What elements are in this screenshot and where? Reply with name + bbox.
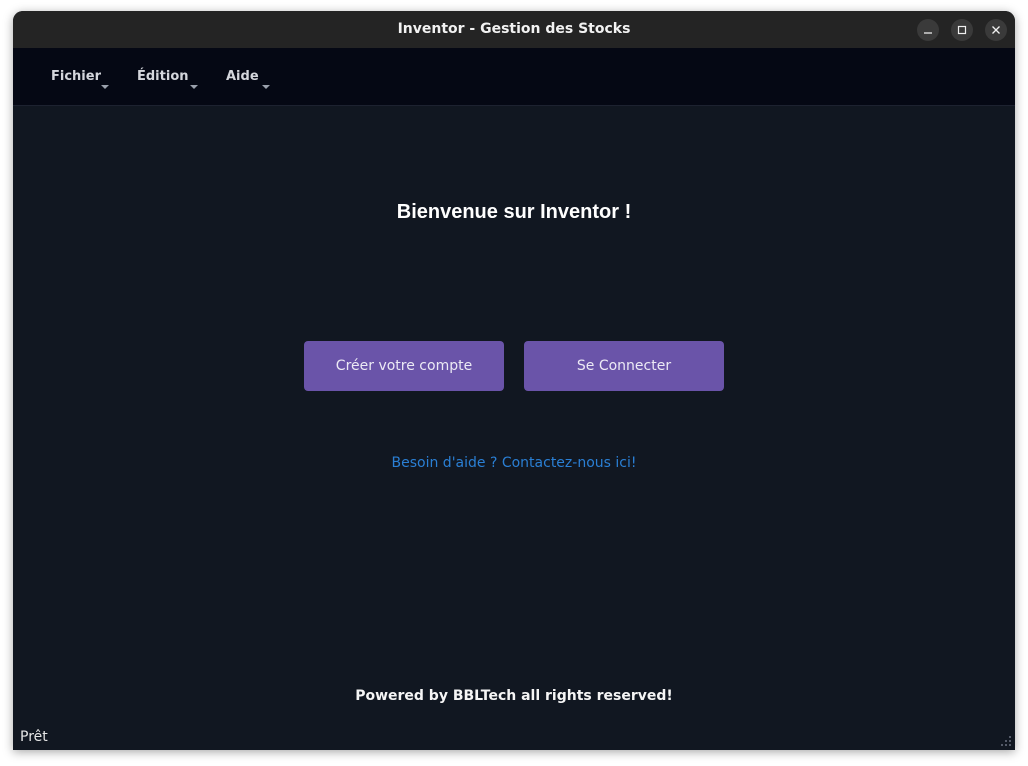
close-icon [992,26,1000,34]
chevron-down-icon [101,85,109,89]
app-window: Inventor - Gestion des Stocks Fichier Éd… [13,11,1015,750]
menu-bar: Fichier Édition Aide [13,48,1015,106]
maximize-button[interactable] [951,19,973,41]
window-title: Inventor - Gestion des Stocks [397,21,631,37]
menu-fichier[interactable]: Fichier [51,69,101,84]
minimize-icon [924,32,932,34]
maximize-icon [957,25,967,35]
status-text: Prêt [20,729,48,745]
welcome-heading: Bienvenue sur Inventor ! [396,201,632,223]
create-account-button[interactable]: Créer votre compte [304,341,504,391]
resize-grip-icon[interactable] [1000,735,1012,747]
title-bar[interactable]: Inventor - Gestion des Stocks [13,11,1015,48]
close-button[interactable] [985,19,1007,41]
minimize-button[interactable] [917,19,939,41]
menu-edition[interactable]: Édition [137,69,189,84]
chevron-down-icon [262,85,270,89]
chevron-down-icon [190,85,198,89]
login-button[interactable]: Se Connecter [524,341,724,391]
footer-text: Powered by BBLTech all rights reserved! [355,688,673,704]
help-contact-link[interactable]: Besoin d'aide ? Contactez-nous ici! [13,455,1015,471]
menu-aide[interactable]: Aide [226,69,259,84]
